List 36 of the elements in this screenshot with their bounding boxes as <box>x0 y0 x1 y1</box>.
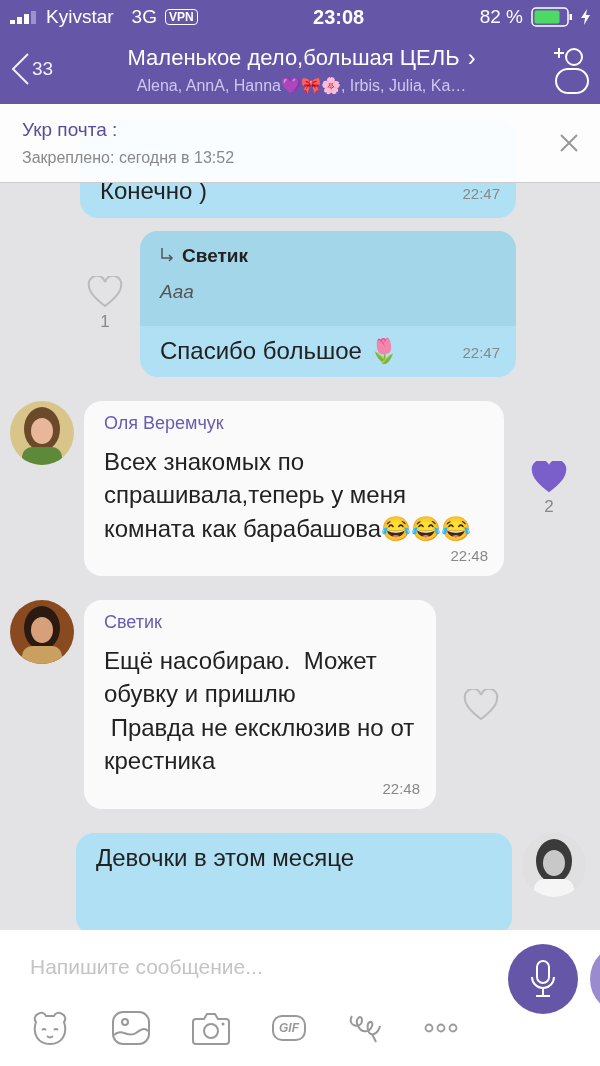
message-text: Спасибо большое 🌷 <box>160 335 399 366</box>
message-time: 22:47 <box>462 343 500 364</box>
heart-icon[interactable] <box>531 460 567 493</box>
signal-icon <box>10 10 38 24</box>
reply-quote: Светик Ааа <box>140 230 516 326</box>
message-time: 22:48 <box>449 546 489 567</box>
microphone-icon <box>528 959 558 999</box>
back-button[interactable]: 33 <box>10 52 54 86</box>
pinned-title: Укр почта : <box>22 119 119 141</box>
battery-icon <box>531 7 573 27</box>
message-text: Всех знакомых по спрашивала,теперь у меня комната как барабашова😂😂😂 <box>104 447 472 542</box>
members-list: Alena, AnnA, Hanna💜🎀🌸, Irbis, Julia, Ka… <box>136 75 467 95</box>
carrier: Kyivstar <box>46 6 114 28</box>
message-text: Ещё насобираю. Может обувку и пришлю Правда не ексклюзив но от крестника <box>104 646 416 775</box>
message-time: 22:48 <box>381 778 421 799</box>
chat-title[interactable]: Маленькое дело,большая ЦЕЛЬ <box>127 44 460 71</box>
pinned-banner[interactable]: Укр почта : Закреплено: сегодня в 13:52 <box>0 104 600 183</box>
clock: 23:08 <box>313 5 365 29</box>
battery-percent: 82 % <box>479 6 523 28</box>
camera-icon[interactable] <box>192 1011 230 1045</box>
message-field[interactable]: Напишите сообщение... <box>30 950 470 984</box>
more-icon[interactable] <box>424 1023 458 1033</box>
message-time: 22:47 <box>462 183 500 204</box>
like-count: 1 <box>100 312 110 332</box>
pinned-subtitle: Закреплено: сегодня в 13:52 <box>22 149 236 167</box>
image-icon[interactable] <box>112 1011 150 1045</box>
close-icon[interactable] <box>560 134 578 152</box>
like-count: 2 <box>544 496 554 517</box>
sender-name: Оля Веремчук <box>103 412 225 436</box>
network-type: 3G <box>131 6 157 28</box>
chevron-icon[interactable]: › <box>467 43 476 72</box>
sender-name: Светик <box>103 611 163 635</box>
message-text: Девочки в этом месяце <box>96 843 355 871</box>
charging-icon <box>581 9 590 25</box>
reply-arrow-icon <box>160 247 174 264</box>
vpn-badge: VPN <box>164 9 198 25</box>
